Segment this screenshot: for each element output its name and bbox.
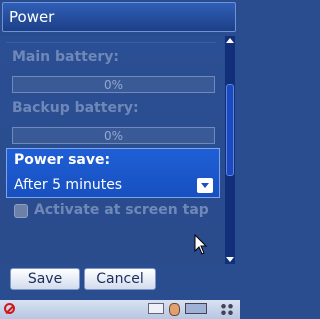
main-battery-percent: 0% [103,78,124,92]
mouse-pointer-icon [194,234,208,255]
save-button[interactable]: Save [10,268,80,290]
scroll-down-arrow-icon[interactable] [225,254,235,264]
battery-icon[interactable] [185,303,207,314]
scroll-up-arrow-icon[interactable] [225,36,235,46]
main-battery-bar: 0% [12,76,215,93]
taskbar [0,300,240,319]
activate-tap-label[interactable]: Activate at screen tap [34,202,209,218]
chevron-down-icon[interactable] [197,178,213,193]
power-save-selector[interactable]: Power save: After 5 minutes [6,148,220,198]
keyboard-icon[interactable] [148,303,164,314]
power-save-value[interactable]: After 5 minutes [14,177,122,193]
cutoff-row [6,36,216,43]
window-title: Power [9,8,55,26]
grid-icon[interactable] [220,303,234,316]
main-battery-label: Main battery: [12,49,119,65]
activate-tap-checkbox[interactable] [14,204,28,218]
backup-battery-bar: 0% [12,127,215,144]
backup-battery-label: Backup battery: [12,100,139,116]
power-save-label: Power save: [14,152,111,168]
scrollbar-thumb[interactable] [226,84,234,176]
backup-battery-percent: 0% [103,129,124,143]
face-icon[interactable] [169,303,180,316]
cancel-button[interactable]: Cancel [84,268,156,290]
no-entry-icon[interactable] [4,303,15,314]
title-bar: Power [2,2,236,32]
